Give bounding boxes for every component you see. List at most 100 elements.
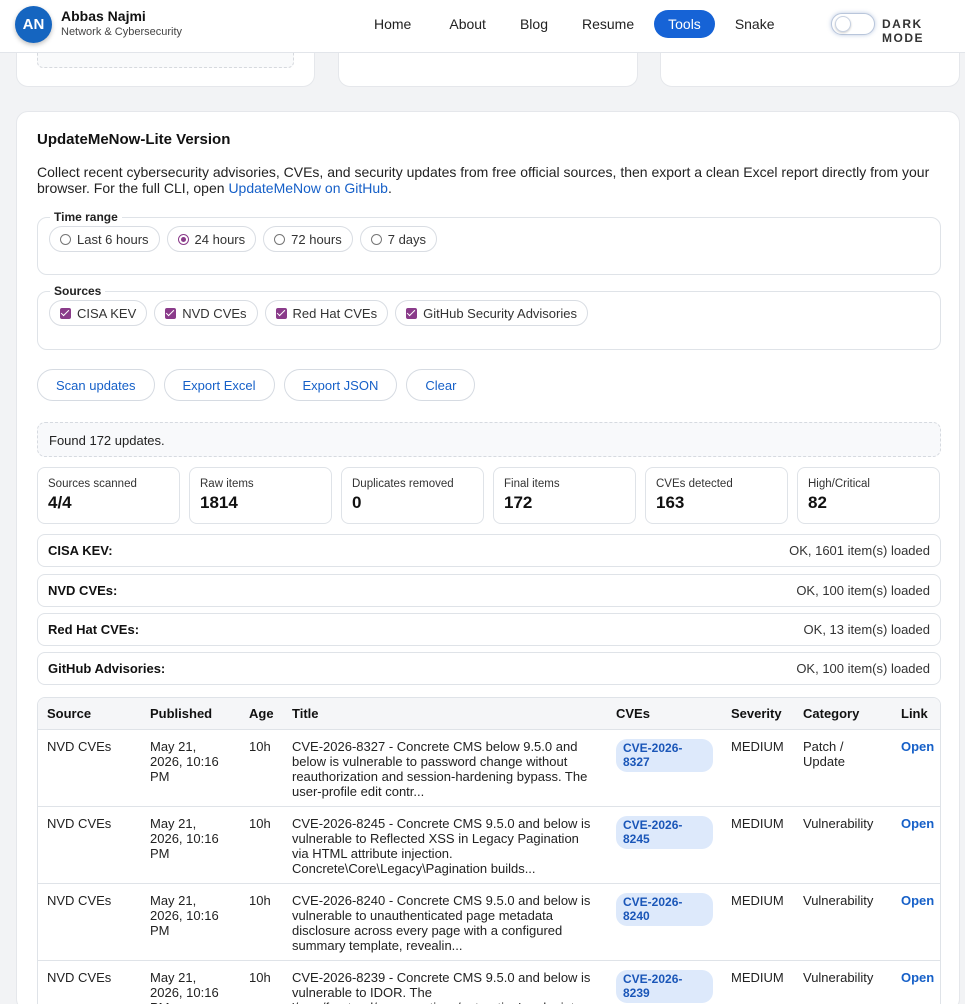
checkbox-checked-icon[interactable] bbox=[60, 307, 71, 319]
updatemenow-card: UpdateMeNow-Lite Version Collect recent … bbox=[16, 111, 960, 1004]
cell-published: May 21, 2026, 10:16 PM bbox=[141, 883, 240, 961]
table-header-row: Source Published Age Title CVEs Severity… bbox=[38, 698, 940, 730]
action-bar: Scan updates Export Excel Export JSON Cl… bbox=[37, 369, 476, 401]
open-link[interactable]: Open bbox=[901, 893, 934, 908]
cell-source: NVD CVEs bbox=[38, 806, 141, 884]
checkbox-checked-icon[interactable] bbox=[165, 307, 177, 319]
cell-cves: CVE-2026-8239 bbox=[607, 960, 722, 1004]
cell-title: CVE-2026-8245 - Concrete CMS 9.5.0 and b… bbox=[283, 806, 607, 884]
tool-title: UpdateMeNow-Lite Version bbox=[37, 131, 231, 148]
cell-title: CVE-2026-8240 - Concrete CMS 9.5.0 and b… bbox=[283, 883, 607, 961]
sources-legend: Sources bbox=[54, 284, 102, 298]
cell-category: Patch / Update bbox=[794, 729, 892, 807]
nav-resume[interactable]: Resume bbox=[568, 10, 648, 38]
export-json-button[interactable]: Export JSON bbox=[283, 369, 398, 401]
open-link[interactable]: Open bbox=[901, 739, 934, 754]
cell-age: 10h bbox=[240, 729, 283, 807]
table-row: NVD CVEs May 21, 2026, 10:16 PM 10h CVE-… bbox=[38, 960, 940, 1004]
nav-snake[interactable]: Snake bbox=[721, 10, 789, 38]
cell-published: May 21, 2026, 10:16 PM bbox=[141, 806, 240, 884]
cell-age: 10h bbox=[240, 806, 283, 884]
nav-about[interactable]: About bbox=[435, 10, 500, 38]
stat-duplicates-removed: Duplicates removed 0 bbox=[341, 467, 484, 524]
cell-title: CVE-2026-8327 - Concrete CMS below 9.5.0… bbox=[283, 729, 607, 807]
clear-button[interactable]: Clear bbox=[406, 369, 476, 401]
cell-source: NVD CVEs bbox=[38, 729, 141, 807]
col-category: Category bbox=[794, 698, 892, 730]
cve-badge: CVE-2026-8240 bbox=[616, 892, 713, 926]
time-option-72h[interactable]: 72 hours bbox=[263, 226, 353, 252]
cve-badge: CVE-2026-8327 bbox=[616, 738, 713, 772]
stat-high-critical: High/Critical 82 bbox=[797, 467, 940, 524]
cell-title: CVE-2026-8239 - Concrete CMS 9.5.0 and b… bbox=[283, 960, 607, 1004]
radio-icon[interactable] bbox=[274, 233, 286, 245]
table-row: NVD CVEs May 21, 2026, 10:16 PM 10h CVE-… bbox=[38, 883, 940, 961]
open-link[interactable]: Open bbox=[901, 816, 934, 831]
table-row: NVD CVEs May 21, 2026, 10:16 PM 10h CVE-… bbox=[38, 729, 940, 807]
open-link[interactable]: Open bbox=[901, 970, 934, 985]
source-status-github: GitHub Advisories: OK, 100 item(s) loaded bbox=[37, 652, 941, 685]
scan-status: Found 172 updates. bbox=[37, 422, 941, 457]
radio-selected-icon[interactable] bbox=[177, 233, 189, 245]
github-link[interactable]: UpdateMeNow on GitHub bbox=[228, 180, 388, 196]
cell-source: NVD CVEs bbox=[38, 883, 141, 961]
time-range-legend: Time range bbox=[54, 210, 118, 224]
checkbox-checked-icon[interactable] bbox=[275, 307, 287, 319]
cell-severity: MEDIUM bbox=[722, 883, 794, 961]
cell-source: NVD CVEs bbox=[38, 960, 141, 1004]
scan-updates-button[interactable]: Scan updates bbox=[37, 369, 155, 401]
source-github-advisories[interactable]: GitHub Security Advisories bbox=[395, 300, 588, 326]
stat-sources-scanned: Sources scanned 4/4 bbox=[37, 467, 180, 524]
stat-cves-detected: CVEs detected 163 bbox=[645, 467, 788, 524]
cve-badge: CVE-2026-8245 bbox=[616, 815, 713, 849]
nav-blog[interactable]: Blog bbox=[506, 10, 562, 38]
col-severity: Severity bbox=[722, 698, 794, 730]
checkbox-checked-icon[interactable] bbox=[406, 307, 418, 319]
tool-description: Collect recent cybersecurity advisories,… bbox=[37, 164, 930, 196]
results-table-wrapper[interactable]: Source Published Age Title CVEs Severity… bbox=[37, 697, 941, 1004]
cell-cves: CVE-2026-8327 bbox=[607, 729, 722, 807]
toggle-knob bbox=[835, 16, 851, 32]
cell-published: May 21, 2026, 10:16 PM bbox=[141, 960, 240, 1004]
col-age: Age bbox=[240, 698, 283, 730]
dark-mode-label: DARK MODE bbox=[882, 17, 924, 45]
results-table: Source Published Age Title CVEs Severity… bbox=[38, 698, 940, 1004]
cell-link: Open bbox=[892, 729, 940, 807]
sources-group: Sources CISA KEV NVD CVEs Red Hat CVEs G… bbox=[37, 284, 941, 350]
radio-icon[interactable] bbox=[60, 233, 71, 245]
source-status-cisa: CISA KEV: OK, 1601 item(s) loaded bbox=[37, 534, 941, 567]
stat-raw-items: Raw items 1814 bbox=[189, 467, 332, 524]
col-link: Link bbox=[892, 698, 940, 730]
cell-category: Vulnerability bbox=[794, 883, 892, 961]
nav-home[interactable]: Home bbox=[360, 10, 425, 38]
source-status-redhat: Red Hat CVEs: OK, 13 item(s) loaded bbox=[37, 613, 941, 646]
radio-icon[interactable] bbox=[370, 233, 382, 245]
stats-row: Sources scanned 4/4 Raw items 1814 Duplica… bbox=[37, 467, 940, 524]
cell-published: May 21, 2026, 10:16 PM bbox=[141, 729, 240, 807]
avatar[interactable]: AN bbox=[15, 6, 52, 43]
col-title: Title bbox=[283, 698, 607, 730]
cell-link: Open bbox=[892, 806, 940, 884]
time-option-7d[interactable]: 7 days bbox=[359, 226, 438, 252]
cell-category: Vulnerability bbox=[794, 806, 892, 884]
site-owner-name[interactable]: Abbas Najmi bbox=[61, 8, 146, 24]
stat-final-items: Final items 172 bbox=[493, 467, 636, 524]
table-row: NVD CVEs May 21, 2026, 10:16 PM 10h CVE-… bbox=[38, 806, 940, 884]
source-status-nvd: NVD CVEs: OK, 100 item(s) loaded bbox=[37, 574, 941, 607]
source-redhat-cves[interactable]: Red Hat CVEs bbox=[264, 300, 389, 326]
cell-cves: CVE-2026-8240 bbox=[607, 883, 722, 961]
dark-mode-toggle[interactable] bbox=[831, 13, 875, 35]
cell-age: 10h bbox=[240, 883, 283, 961]
time-option-6h[interactable]: Last 6 hours bbox=[49, 226, 160, 252]
site-header: AN Abbas Najmi Network & Cybersecurity H… bbox=[0, 0, 965, 53]
cell-category: Vulnerability bbox=[794, 960, 892, 1004]
source-nvd-cves[interactable]: NVD CVEs bbox=[154, 300, 258, 326]
cell-link: Open bbox=[892, 960, 940, 1004]
main-nav: Home About Blog Resume Tools Snake bbox=[360, 10, 789, 38]
time-option-24h[interactable]: 24 hours bbox=[166, 226, 257, 252]
nav-tools[interactable]: Tools bbox=[654, 10, 715, 38]
source-cisa-kev[interactable]: CISA KEV bbox=[49, 300, 148, 326]
col-cves: CVEs bbox=[607, 698, 722, 730]
export-excel-button[interactable]: Export Excel bbox=[163, 369, 275, 401]
cell-severity: MEDIUM bbox=[722, 729, 794, 807]
